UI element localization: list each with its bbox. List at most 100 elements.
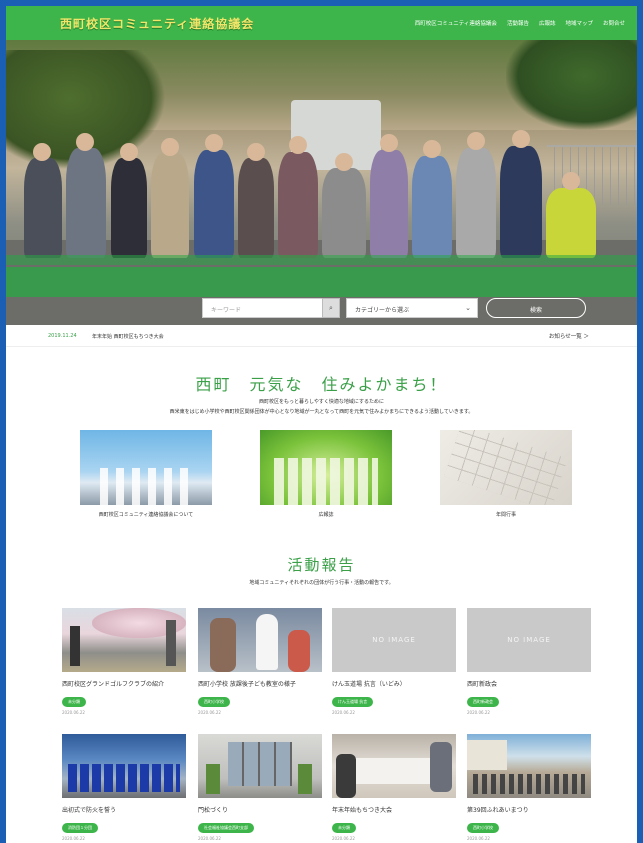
main-nav: 西町校区コミュニティ連絡協議会 活動報告 広報誌 地域マップ お問合せ — [415, 6, 625, 40]
crowd — [473, 774, 585, 794]
activity-card-badge[interactable]: 西町小学校 — [198, 697, 230, 707]
keyword-search-icon[interactable]: ⌕ — [322, 298, 340, 318]
activity-card-title[interactable]: 西町校区グランドゴルフクラブの紹介 — [62, 679, 186, 688]
nav-item-about[interactable]: 西町校区コミュニティ連絡協議会 — [415, 19, 497, 27]
activity-card-title[interactable]: 年末年始もちつき大会 — [332, 805, 456, 814]
activity-card-image — [467, 734, 591, 798]
feature-image-newsletter[interactable] — [260, 430, 392, 505]
site-logo[interactable]: 西町校区コミュニティ連絡協議会 — [60, 15, 254, 32]
news-date: 2019.11.24 — [48, 333, 77, 339]
intro-heading: 西町 元気な 住みよかまち！ — [195, 375, 448, 394]
figure — [288, 630, 310, 672]
feature-image-council[interactable] — [80, 430, 212, 505]
activity-card-date: 2020.06.22 — [332, 836, 355, 841]
activity-card[interactable]: 西町小学校 放課後子ども教室の様子 西町小学校 2020.06.22 — [198, 608, 322, 715]
intro-text-line1: 西町校区をもっと暮らしやすく快適な地域にするために — [258, 399, 384, 405]
nav-item-map[interactable]: 地域マップ — [565, 19, 593, 27]
activity-card-title[interactable]: 西町新政会 — [467, 679, 591, 688]
head — [247, 143, 265, 161]
activity-card[interactable]: 第39回ふれあいまつり 西町小学校 2020.06.22 — [467, 734, 591, 841]
person — [278, 152, 318, 258]
person — [111, 158, 147, 258]
person — [238, 158, 274, 258]
firefighters — [68, 764, 180, 792]
activity-card-date: 2020.06.22 — [198, 836, 221, 841]
activity-card[interactable]: NO IMAGE 西町新政会 西町新政会 2020.06.22 — [467, 608, 591, 715]
chevron-down-icon: ⌄ — [465, 304, 471, 312]
head — [205, 134, 223, 152]
keyword-placeholder: キーワード — [211, 307, 242, 314]
nav-item-newsletter[interactable]: 広報誌 — [539, 19, 556, 27]
hands-silhouette — [100, 468, 190, 505]
activity-card-date: 2020.06.22 — [62, 710, 85, 715]
robot — [256, 614, 278, 670]
hero-green-stripe — [6, 255, 637, 265]
activity-heading: 活動報告 — [287, 556, 356, 574]
head — [33, 143, 51, 161]
person — [412, 156, 452, 258]
activity-card-badge[interactable]: 消防団１分団 — [62, 823, 98, 833]
head — [380, 134, 398, 152]
hero-trees-right — [506, 40, 637, 130]
activity-card-date: 2020.06.22 — [332, 710, 355, 715]
activity-card-badge[interactable]: 未分類 — [62, 697, 86, 707]
feature-image-calendar[interactable] — [440, 430, 572, 505]
person — [24, 158, 62, 258]
activity-card-badge[interactable]: 西町新政会 — [467, 697, 499, 707]
activity-card-date: 2020.06.22 — [467, 836, 490, 841]
figure — [336, 754, 356, 798]
activity-card-badge[interactable]: 未分類 — [332, 823, 356, 833]
activity-subtitle: 地域コミュニティそれぞれの団体が行う行事・活動の報告です。 — [249, 580, 394, 586]
activity-card-image — [62, 608, 186, 672]
person — [322, 168, 366, 258]
head — [562, 172, 580, 190]
activity-card-image — [198, 734, 322, 798]
person — [546, 188, 596, 258]
activity-card[interactable]: 出初式で防火を誓う 消防団１分団 2020.06.22 — [62, 734, 186, 841]
intro-text-line2: 西米東をはじめ小学校や西町校区関係団体が中心となり地域が一丸となって西町を元気で… — [169, 409, 474, 415]
news-list-link[interactable]: お知らせ一覧 ＞ — [549, 332, 589, 340]
activity-card-title[interactable]: けん玉道場 抗言（いどみ） — [332, 679, 456, 688]
kadomatsu — [206, 764, 220, 794]
activity-card[interactable]: 門松づくり 社会福祉協議会西町支部 2020.06.22 — [198, 734, 322, 841]
activity-card-badge[interactable]: 西町小学校 — [467, 823, 499, 833]
person — [151, 153, 189, 258]
feature-label-calendar[interactable]: 年間行事 — [440, 511, 572, 518]
figure — [210, 618, 236, 672]
site-header: 西町校区コミュニティ連絡協議会 西町校区コミュニティ連絡協議会 活動報告 広報誌… — [6, 6, 637, 40]
activity-card-date: 2020.06.22 — [467, 710, 490, 715]
mochi-table — [352, 758, 442, 784]
activity-card-badge[interactable]: けん玉道場 抗言 — [332, 697, 374, 707]
activity-card-title[interactable]: 門松づくり — [198, 805, 322, 814]
activity-card-badge[interactable]: 社会福祉協議会西町支部 — [198, 823, 254, 833]
activity-card-title[interactable]: 出初式で防火を誓う — [62, 805, 186, 814]
activity-card-date: 2020.06.22 — [62, 836, 85, 841]
feature-label-council[interactable]: 西町校区コミュニティ連絡協議会について — [80, 511, 212, 518]
activity-card[interactable]: 西町校区グランドゴルフクラブの紹介 未分類 2020.06.22 — [62, 608, 186, 715]
category-select[interactable]: カテゴリーから選ぶ ⌄ — [346, 298, 478, 318]
activity-card[interactable]: NO IMAGE けん玉道場 抗言（いどみ） けん玉道場 抗言 2020.06.… — [332, 608, 456, 715]
news-headline-link[interactable]: 年末年始 西町校区もちつき大会 — [92, 333, 164, 340]
feature-label-newsletter[interactable]: 広報誌 — [260, 511, 392, 518]
search-button[interactable]: 検索 — [486, 298, 586, 318]
person — [456, 148, 496, 258]
activity-card-image — [62, 734, 186, 798]
activity-card-title[interactable]: 第39回ふれあいまつり — [467, 805, 591, 814]
news-bar: 2019.11.24 年末年始 西町校区もちつき大会 お知らせ一覧 ＞ — [6, 325, 637, 347]
person — [500, 146, 542, 258]
no-image-placeholder: NO IMAGE — [332, 608, 456, 672]
head — [423, 140, 441, 158]
person — [370, 150, 408, 258]
person — [66, 148, 106, 258]
activity-card-image — [332, 734, 456, 798]
nav-item-activity[interactable]: 活動報告 — [507, 19, 529, 27]
nav-item-contact[interactable]: お問合せ — [603, 19, 625, 27]
activity-card-title[interactable]: 西町小学校 放課後子ども教室の様子 — [198, 679, 322, 688]
kadomatsu — [298, 764, 312, 794]
hero-group-photo: キーワード ⌕ カテゴリーから選ぶ ⌄ 検索 — [6, 40, 637, 325]
keyword-search-input[interactable]: キーワード — [202, 298, 332, 318]
head — [512, 130, 530, 148]
head — [335, 153, 353, 171]
head — [120, 143, 138, 161]
activity-card[interactable]: 年末年始もちつき大会 未分類 2020.06.22 — [332, 734, 456, 841]
